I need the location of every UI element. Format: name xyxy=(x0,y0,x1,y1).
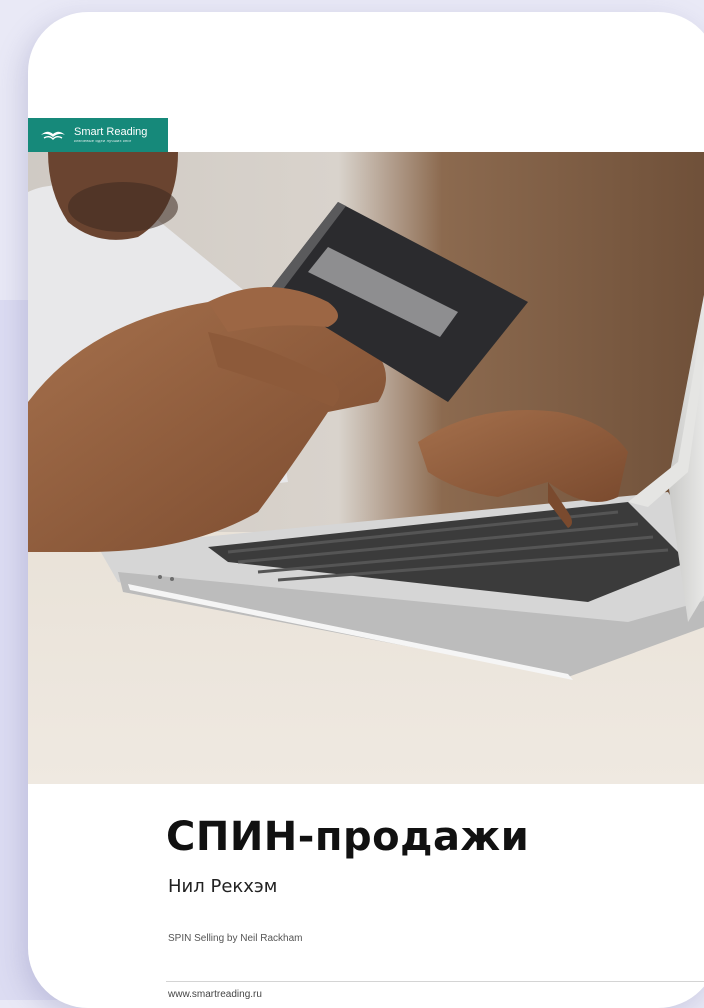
book-logo-icon xyxy=(41,131,65,140)
book-author: Нил Рекхэм xyxy=(168,876,278,897)
smart-reading-logo: Smart Reading ключевые идеи лучших книг xyxy=(28,118,168,152)
logo-tagline: ключевые идеи лучших книг xyxy=(74,137,132,143)
book-cover: Smart Reading ключевые идеи лучших книг xyxy=(28,12,704,1008)
cover-photo xyxy=(28,152,704,784)
original-title: SPIN Selling by Neil Rackham xyxy=(168,933,303,944)
website-link[interactable]: www.smartreading.ru xyxy=(168,989,262,1000)
footer-divider xyxy=(166,981,704,982)
logo-name: Smart Reading xyxy=(74,125,148,138)
book-title: СПИН-продажи xyxy=(166,814,530,860)
logo-text: Smart Reading ключевые идеи лучших книг xyxy=(74,125,148,144)
